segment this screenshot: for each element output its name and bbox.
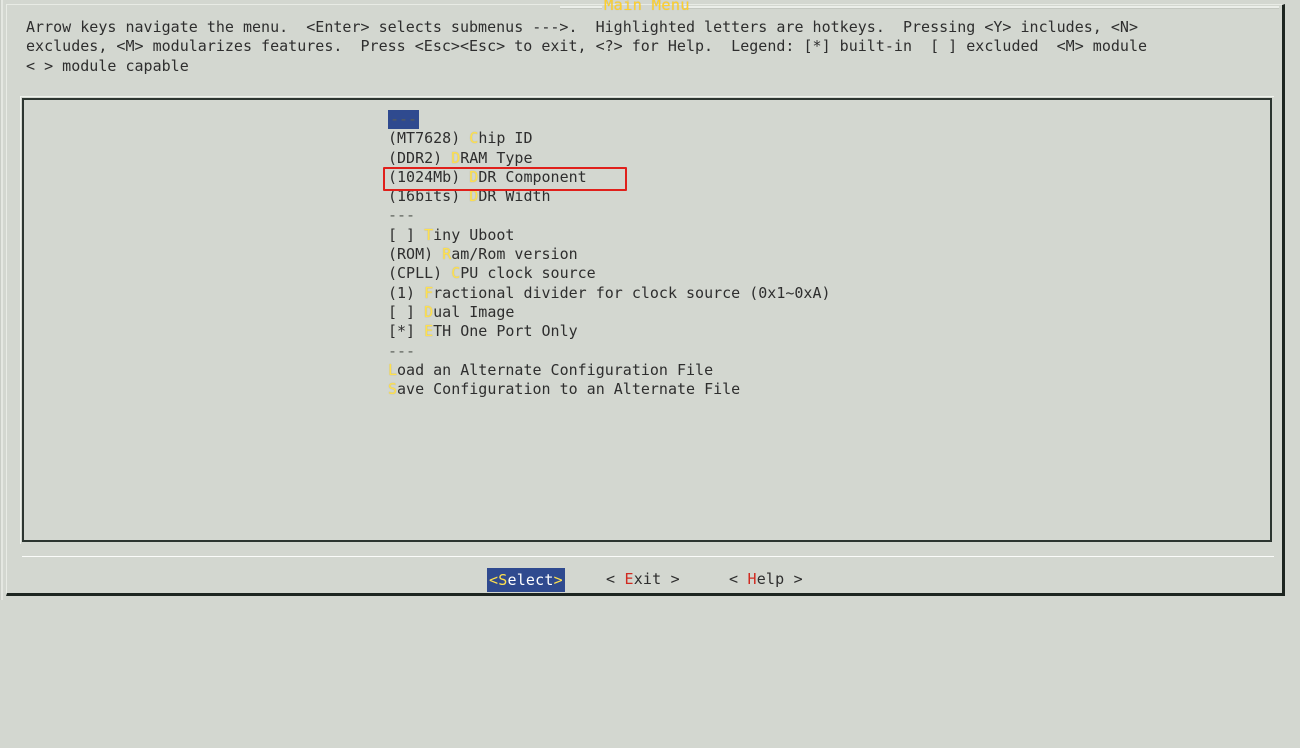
- menu-item[interactable]: (ROM) Ram/Rom version: [388, 245, 831, 264]
- menu-row-wrapper: (1) Fractional divider for clock source …: [388, 284, 831, 303]
- menu-separator-label: ---: [388, 341, 416, 360]
- menu-separator-label: ---: [388, 206, 416, 225]
- menu-row-wrapper: (CPLL) CPU clock source: [388, 264, 831, 283]
- menu-item-label: hip ID: [478, 129, 533, 148]
- menu-item-hotkey: D: [469, 167, 479, 186]
- menu-item-hotkey: D: [424, 302, 434, 321]
- menu-row-wrapper: ---: [388, 342, 831, 361]
- menu-item[interactable]: (1024Mb) DDR Component: [388, 168, 831, 187]
- menu-item[interactable]: (16bits) DDR Width: [388, 187, 831, 206]
- menu-row-wrapper: (DDR2) DRAM Type: [388, 149, 831, 168]
- select-button-close-bracket: >: [553, 571, 563, 589]
- button-bar-divider: [22, 556, 1274, 557]
- menu-item-label: DR Component: [478, 167, 587, 186]
- menu-item-label: RAM Type: [460, 148, 533, 167]
- window-left-bevel: [0, 0, 4, 600]
- exit-button-close-bracket: >: [661, 570, 680, 588]
- menu-item-state: (1): [388, 283, 425, 302]
- menu-item[interactable]: [ ] Tiny Uboot: [388, 226, 831, 245]
- exit-button-hotkey: E: [624, 570, 634, 588]
- exit-button-open-bracket: <: [606, 570, 625, 588]
- menu-item-label: am/Rom version: [451, 245, 578, 264]
- menu-separator: ---: [388, 342, 831, 361]
- menu-row-wrapper: ---: [388, 206, 831, 225]
- menu-item-state: (CPLL): [388, 264, 452, 283]
- menu-item-label: ual Image: [433, 302, 515, 321]
- menu-item-label: oad an Alternate Configuration File: [397, 360, 714, 379]
- menu-item-hotkey: R: [442, 245, 452, 264]
- menu-item[interactable]: Load an Alternate Configuration File: [388, 361, 831, 380]
- menu-item[interactable]: Save Configuration to an Alternate File: [388, 380, 831, 399]
- menu-item[interactable]: [ ] Dual Image: [388, 303, 831, 322]
- title-rule-right: [684, 6, 1279, 9]
- select-button[interactable]: <Select>: [487, 568, 565, 592]
- menu-separator-label: ---: [390, 110, 418, 128]
- menu-row-wrapper: [ ] Tiny Uboot: [388, 226, 831, 245]
- help-button-hotkey: H: [747, 570, 757, 588]
- exit-button-label: xit: [633, 570, 662, 588]
- button-bar: <Select> < Exit > < Help >: [0, 566, 1300, 592]
- menu-item-hotkey: D: [451, 148, 461, 167]
- menu-row-wrapper: Load an Alternate Configuration File: [388, 361, 831, 380]
- menu-row-wrapper: ---: [388, 110, 831, 130]
- terminal-screen: Main Menu Arrow keys navigate the menu. …: [0, 0, 1300, 605]
- menu-item-state: [*]: [388, 322, 425, 341]
- menu-item-label: TH One Port Only: [433, 322, 578, 341]
- menu-item-hotkey: S: [388, 380, 398, 399]
- menu-row-wrapper: (1024Mb) DDR Component: [388, 168, 831, 187]
- menu-item-state: (MT7628): [388, 129, 470, 148]
- select-button-open-bracket: <: [489, 571, 499, 589]
- menu-item-hotkey: F: [424, 283, 434, 302]
- menu-help-text: Arrow keys navigate the menu. <Enter> se…: [26, 18, 1148, 75]
- title-rule-left: [560, 6, 602, 9]
- help-button-close-bracket: >: [784, 570, 803, 588]
- menu-item-hotkey: C: [469, 129, 479, 148]
- menu-item-state: (1024Mb): [388, 167, 470, 186]
- menu-item-label: PU clock source: [460, 264, 596, 283]
- select-button-label: elect: [507, 571, 554, 589]
- menu-row-wrapper: [ ] Dual Image: [388, 303, 831, 322]
- window-title: Main Menu: [604, 0, 690, 14]
- menu-row-wrapper: (ROM) Ram/Rom version: [388, 245, 831, 264]
- help-button-label: elp: [756, 570, 785, 588]
- help-button[interactable]: < Help >: [729, 568, 803, 590]
- menu-item-state: (16bits): [388, 187, 470, 206]
- menu-item-label: iny Uboot: [433, 225, 515, 244]
- menu-list[interactable]: --- (MT7628) Chip ID (DDR2) DRAM Type (1024…: [388, 110, 831, 399]
- menu-row-wrapper: [*] ETH One Port Only: [388, 322, 831, 341]
- menu-row-wrapper: Save Configuration to an Alternate File: [388, 380, 831, 399]
- menu-item-hotkey: L: [388, 360, 398, 379]
- menu-item-state: [ ]: [388, 225, 425, 244]
- exit-button[interactable]: < Exit >: [606, 568, 680, 590]
- menu-item[interactable]: (MT7628) Chip ID: [388, 129, 831, 148]
- menu-item[interactable]: (1) Fractional divider for clock source …: [388, 284, 831, 303]
- help-button-open-bracket: <: [729, 570, 748, 588]
- menu-item-state: [ ]: [388, 302, 425, 321]
- menu-item-hotkey: T: [424, 225, 434, 244]
- menu-item[interactable]: (CPLL) CPU clock source: [388, 264, 831, 283]
- menu-item-label: ave Configuration to an Alternate File: [397, 380, 741, 399]
- menu-item[interactable]: [*] ETH One Port Only: [388, 322, 831, 341]
- menu-row-wrapper: (MT7628) Chip ID: [388, 129, 831, 148]
- menu-item-label: ractional divider for clock source (0x1~…: [433, 283, 831, 302]
- menu-row-wrapper: (16bits) DDR Width: [388, 187, 831, 206]
- menu-separator: ---: [388, 110, 420, 130]
- menu-separator: ---: [388, 206, 831, 225]
- menu-item-hotkey: D: [469, 187, 479, 206]
- menu-item-label: DR Width: [478, 187, 551, 206]
- menu-item-hotkey: E: [424, 322, 434, 341]
- menu-item-hotkey: C: [451, 264, 461, 283]
- menu-item-state: (ROM): [388, 245, 443, 264]
- menu-item-state: (DDR2): [388, 148, 452, 167]
- menu-item[interactable]: (DDR2) DRAM Type: [388, 149, 831, 168]
